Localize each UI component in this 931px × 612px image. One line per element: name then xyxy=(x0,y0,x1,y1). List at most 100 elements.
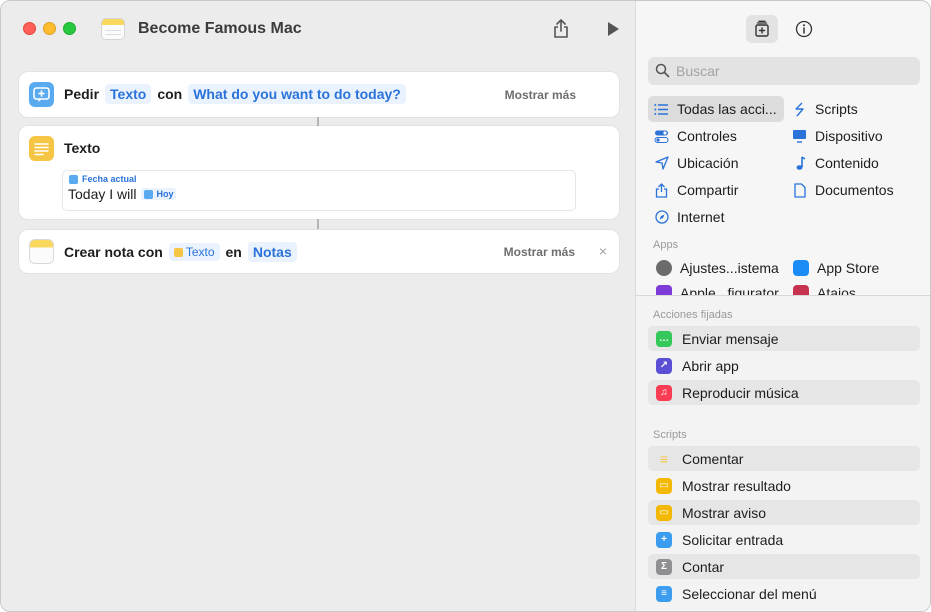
create-note-action[interactable]: Crear nota con Texto en Notas Mostrar má… xyxy=(19,230,619,273)
category-location[interactable]: Ubicación xyxy=(648,150,784,176)
remove-action-icon[interactable]: × xyxy=(599,243,607,259)
settings-gear-icon xyxy=(656,260,672,276)
actions-list: Acciones fijadas … Enviar mensaje ↗ Abri… xyxy=(636,296,930,611)
action-label: Mostrar resultado xyxy=(682,477,791,494)
compass-icon xyxy=(654,210,669,225)
action-send-message[interactable]: … Enviar mensaje xyxy=(648,326,920,351)
share-button[interactable] xyxy=(549,17,573,41)
app-app-store[interactable]: App Store xyxy=(793,260,879,276)
action-library-tab[interactable] xyxy=(746,15,778,43)
editor-pane: Become Famous Mac Pedir Texto con What d… xyxy=(1,1,635,611)
action-show-alert[interactable]: ▭ Mostrar aviso xyxy=(648,500,920,525)
app-label: Apple...figurator xyxy=(680,285,779,295)
category-label: Todas las acci... xyxy=(677,101,777,117)
calendar-icon xyxy=(69,174,78,184)
document-icon xyxy=(792,182,807,198)
music-icon: ♫ xyxy=(656,384,672,401)
action-count[interactable]: Σ Contar xyxy=(648,554,920,579)
text-input-box[interactable]: Fecha actual Today I will Hoy xyxy=(62,170,576,211)
note-action-row: Crear nota con Texto en Notas xyxy=(64,242,297,262)
input-type-token[interactable]: Texto xyxy=(105,84,152,104)
ask-verb: Pedir xyxy=(64,86,100,102)
category-controls[interactable]: Controles xyxy=(648,123,784,149)
action-label: Abrir app xyxy=(682,357,739,374)
action-label: Contar xyxy=(682,558,725,575)
action-label: Seleccionar del menú xyxy=(682,585,817,602)
action-show-result[interactable]: ▭ Mostrar resultado xyxy=(648,473,920,498)
app-label: Ajustes...istema xyxy=(680,260,779,276)
search-icon xyxy=(655,63,670,78)
show-more-button[interactable]: Mostrar más xyxy=(504,245,575,259)
message-icon: … xyxy=(656,330,672,347)
app-apple-configurator[interactable]: Apple...figurator xyxy=(656,285,779,295)
scripts-section-header: Scripts xyxy=(653,429,687,441)
scripts-icon xyxy=(792,102,807,117)
ask-connector: con xyxy=(157,86,183,102)
calendar-variable-icon xyxy=(144,189,154,199)
text-box-label: Fecha actual xyxy=(69,174,137,184)
text-variable-icon xyxy=(173,247,183,257)
close-window-button[interactable] xyxy=(23,22,36,35)
text-body: Today I will xyxy=(68,186,137,202)
action-choose-from-menu[interactable]: ≡ Seleccionar del menú xyxy=(648,581,920,606)
info-tab[interactable] xyxy=(788,15,820,43)
category-all-actions[interactable]: Todas las acci... xyxy=(648,96,784,122)
text-action[interactable]: Texto Fecha actual Today I will Hoy xyxy=(19,126,619,219)
action-label: Comentar xyxy=(682,450,744,467)
app-system-settings[interactable]: Ajustes...istema xyxy=(656,260,779,276)
ask-for-input-action[interactable]: Pedir Texto con What do you want to do t… xyxy=(19,72,619,117)
today-variable-token[interactable]: Hoy xyxy=(141,188,177,200)
action-label: Enviar mensaje xyxy=(682,330,779,347)
category-documents[interactable]: Documentos xyxy=(786,177,920,203)
action-open-app[interactable]: ↗ Abrir app xyxy=(648,353,920,378)
category-label: Dispositivo xyxy=(815,128,883,144)
play-icon xyxy=(608,22,619,36)
note-verb: Crear nota con xyxy=(64,244,163,260)
category-label: Documentos xyxy=(815,182,894,198)
library-top: Todas las acci... Scripts Controles Disp… xyxy=(636,1,930,295)
share-icon xyxy=(654,182,669,198)
text-action-icon xyxy=(29,136,54,161)
show-more-button[interactable]: Mostrar más xyxy=(505,88,576,102)
note-connector: en xyxy=(225,244,242,260)
run-button[interactable] xyxy=(601,17,625,41)
text-action-title: Texto xyxy=(64,140,101,156)
list-icon xyxy=(654,102,669,117)
prompt-token[interactable]: What do you want to do today? xyxy=(188,84,406,104)
category-label: Scripts xyxy=(815,101,858,117)
shortcut-title[interactable]: Become Famous Mac xyxy=(138,20,302,38)
today-variable-label: Hoy xyxy=(156,189,174,199)
minimize-window-button[interactable] xyxy=(43,22,56,35)
comment-icon: ≡ xyxy=(659,450,669,467)
alert-icon: ▭ xyxy=(656,504,672,521)
action-play-music[interactable]: ♫ Reproducir música xyxy=(648,380,920,405)
category-web[interactable]: Internet xyxy=(648,204,784,230)
action-ask-for-input[interactable]: + Solicitar entrada xyxy=(648,527,920,552)
show-result-icon: ▭ xyxy=(656,477,672,494)
category-sharing[interactable]: Compartir xyxy=(648,177,784,203)
shortcuts-app-icon xyxy=(793,285,809,295)
zoom-window-button[interactable] xyxy=(63,22,76,35)
search-input[interactable] xyxy=(676,61,906,81)
category-scripts[interactable]: Scripts xyxy=(786,96,920,122)
menu-icon: ≡ xyxy=(656,585,672,602)
app-shortcuts[interactable]: Atajos xyxy=(793,285,856,295)
action-connector xyxy=(317,219,319,229)
category-media[interactable]: Contenido xyxy=(786,150,920,176)
library-add-icon xyxy=(755,20,769,37)
app-label: App Store xyxy=(817,260,880,276)
notes-target-token[interactable]: Notas xyxy=(247,242,297,262)
category-label: Controles xyxy=(677,128,737,144)
title-bar: Become Famous Mac xyxy=(1,1,635,57)
shortcuts-window: Become Famous Mac Pedir Texto con What d… xyxy=(0,0,931,612)
category-device[interactable]: Dispositivo xyxy=(786,123,920,149)
toggles-icon xyxy=(654,129,669,144)
category-label: Ubicación xyxy=(677,155,739,171)
notes-shortcut-icon[interactable] xyxy=(101,18,125,40)
action-label: Mostrar aviso xyxy=(682,504,767,521)
search-field[interactable] xyxy=(648,57,920,85)
action-comment[interactable]: ≡ Comentar xyxy=(648,446,920,471)
text-box-content: Today I will Hoy xyxy=(68,186,177,202)
info-icon xyxy=(795,20,813,38)
text-variable-token[interactable]: Texto xyxy=(168,243,220,261)
